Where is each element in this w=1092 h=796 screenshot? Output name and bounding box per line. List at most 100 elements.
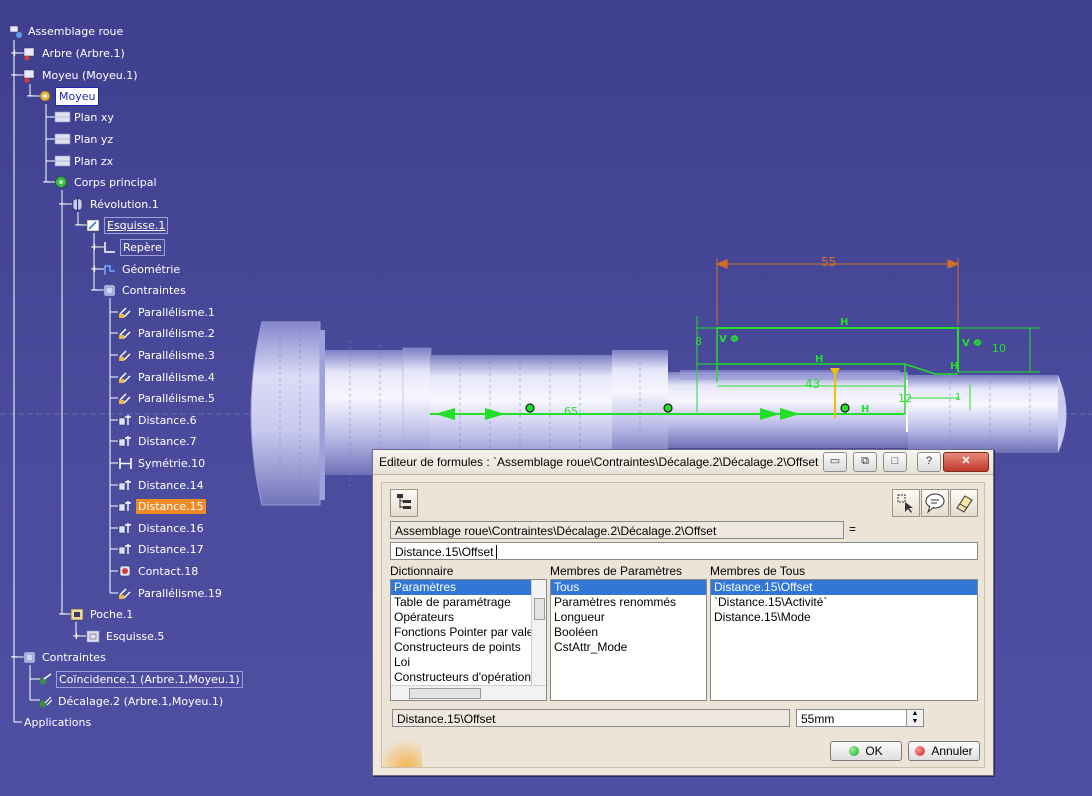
tree-node-revolution[interactable]: Révolution.1 bbox=[70, 195, 161, 213]
dictionary-item[interactable]: Loi bbox=[391, 655, 546, 670]
tree-node-distance-17[interactable]: Distance.17 bbox=[118, 540, 206, 558]
distance-icon bbox=[118, 542, 133, 557]
scroll-thumb[interactable] bbox=[409, 688, 481, 699]
tree-node-moyeu-product[interactable]: Moyeu (Moyeu.1) bbox=[22, 66, 140, 84]
dialog-restore-button[interactable]: ⧉ bbox=[853, 452, 877, 472]
dictionary-vertical-scrollbar[interactable] bbox=[531, 580, 546, 686]
members-params-item[interactable]: Longueur bbox=[551, 610, 706, 625]
tree-node-contraintes-assembly[interactable]: Contraintes bbox=[22, 648, 108, 666]
dimension-10-label: 10 bbox=[992, 342, 1006, 355]
tree-node-distance-16[interactable]: Distance.16 bbox=[118, 519, 206, 537]
dialog-close-button[interactable]: ✕ bbox=[943, 452, 989, 472]
comment-button[interactable] bbox=[921, 489, 949, 517]
axis-icon bbox=[102, 240, 117, 255]
tree-node-distance-6[interactable]: Distance.6 bbox=[118, 411, 199, 429]
dictionary-item[interactable]: Table de paramétrage bbox=[391, 595, 546, 610]
dialog-minimize-button[interactable]: ▭ bbox=[823, 452, 847, 472]
dictionary-item[interactable]: Opérateurs bbox=[391, 610, 546, 625]
formula-input[interactable]: Distance.15\Offset bbox=[390, 542, 978, 560]
dictionary-item[interactable]: Paramètres bbox=[391, 580, 546, 595]
expand-toggle-geometrie[interactable]: + bbox=[90, 265, 99, 275]
tree-node-geometrie[interactable]: Géométrie bbox=[102, 260, 182, 278]
members-all-header: Membres de Tous bbox=[710, 564, 806, 578]
formula-tool-button[interactable] bbox=[390, 489, 418, 517]
tree-node-parallelisme-1[interactable]: Parallélisme.1 bbox=[118, 303, 217, 321]
equals-label: = bbox=[849, 522, 857, 536]
collapse-toggle-revolution[interactable]: − bbox=[58, 200, 67, 210]
tree-node-parallelisme-3[interactable]: Parallélisme.3 bbox=[118, 346, 217, 364]
tree-node-applications[interactable]: Applications bbox=[22, 713, 93, 731]
members-all-list[interactable]: Distance.15\Offset `Distance.15\Activité… bbox=[710, 579, 978, 701]
dialog-title-bar[interactable]: Editeur de formules : `Assemblage roue\C… bbox=[373, 450, 993, 475]
members-params-item[interactable]: Paramètres renommés bbox=[551, 595, 706, 610]
tree-node-parallelisme-4[interactable]: Parallélisme.4 bbox=[118, 368, 217, 386]
tree-node-parallelisme-2[interactable]: Parallélisme.2 bbox=[118, 324, 217, 342]
tree-node-assemblage[interactable]: Assemblage roue bbox=[8, 22, 125, 40]
tree-node-plan-zx[interactable]: Plan zx bbox=[54, 152, 115, 170]
pocket-icon bbox=[70, 607, 85, 622]
tree-node-parallelisme-19[interactable]: Parallélisme.19 bbox=[118, 584, 224, 602]
parallelism-icon bbox=[118, 370, 133, 385]
collapse-toggle-moyeu-part[interactable]: − bbox=[26, 92, 35, 102]
tree-node-plan-xy[interactable]: Plan xy bbox=[54, 108, 116, 126]
members-params-item[interactable]: Booléen bbox=[551, 625, 706, 640]
members-params-item[interactable]: Tous bbox=[551, 580, 706, 595]
expand-toggle-arbre[interactable]: + bbox=[10, 49, 19, 59]
members-all-item[interactable]: Distance.15\Offset bbox=[711, 580, 977, 595]
tree-node-parallelisme-5[interactable]: Parallélisme.5 bbox=[118, 389, 217, 407]
tree-node-contact-18[interactable]: Contact.18 bbox=[118, 562, 200, 580]
expand-toggle-esquisse5[interactable]: + bbox=[72, 632, 81, 642]
distance-icon bbox=[118, 521, 133, 536]
tree-node-esquisse5[interactable]: Esquisse.5 bbox=[86, 627, 166, 645]
dictionary-item[interactable]: Constructeurs de points bbox=[391, 640, 546, 655]
scroll-thumb[interactable] bbox=[534, 598, 545, 620]
tree-node-distance-15[interactable]: Distance.15 bbox=[118, 497, 206, 515]
parallelism-icon bbox=[118, 348, 133, 363]
members-all-item[interactable]: Distance.15\Mode bbox=[711, 610, 977, 625]
collapse-toggle-contraintes-assembly[interactable]: − bbox=[10, 653, 19, 663]
distance-icon bbox=[118, 499, 133, 514]
dictionary-item[interactable]: Constructeurs d'opération bbox=[391, 670, 546, 685]
tree-node-distance-7[interactable]: Distance.7 bbox=[118, 432, 199, 450]
specification-tree: + − − − − − + + − − + − Assemblage roue … bbox=[0, 0, 360, 796]
tree-node-decalage-2[interactable]: Décalage.2 (Arbre.1,Moyeu.1) bbox=[38, 692, 225, 710]
parameter-path-field: Assemblage roue\Contraintes\Décalage.2\D… bbox=[390, 521, 844, 539]
dictionary-list[interactable]: Paramètres Table de paramétrage Opérateu… bbox=[390, 579, 547, 701]
spinner-arrows[interactable]: ▲ ▼ bbox=[906, 710, 923, 726]
members-params-list[interactable]: Tous Paramètres renommés Longueur Boolée… bbox=[550, 579, 707, 701]
tree-node-distance-14[interactable]: Distance.14 bbox=[118, 476, 206, 494]
tree-node-moyeu-part[interactable]: Moyeu bbox=[38, 86, 100, 106]
assembly-icon bbox=[8, 24, 23, 39]
value-spinner[interactable]: 55mm ▲ ▼ bbox=[796, 709, 924, 727]
tree-node-contraintes-sketch[interactable]: Contraintes bbox=[102, 281, 188, 299]
members-params-item[interactable]: CstAttr_Mode bbox=[551, 640, 706, 655]
sketch-icon bbox=[86, 629, 101, 644]
svg-text:H: H bbox=[861, 404, 869, 415]
erase-formula-button[interactable] bbox=[950, 489, 978, 517]
collapse-toggle-corps[interactable]: − bbox=[42, 178, 51, 188]
dictionary-item[interactable]: Fonctions Pointer par vale bbox=[391, 625, 546, 640]
ok-button[interactable]: OK bbox=[830, 741, 902, 761]
tree-node-symetrie-10[interactable]: Symétrie.10 bbox=[118, 454, 207, 472]
tree-node-repere[interactable]: Repère bbox=[102, 238, 165, 256]
parallelism-icon bbox=[118, 326, 133, 341]
tree-node-corps-principal[interactable]: Corps principal bbox=[54, 173, 159, 191]
tree-node-coincidence-1[interactable]: Coïncidence.1 (Arbre.1,Moyeu.1) bbox=[38, 670, 243, 688]
dialog-help-button[interactable]: ? bbox=[917, 452, 941, 472]
collapse-toggle-esquisse1[interactable]: − bbox=[74, 221, 83, 231]
cancel-button[interactable]: Annuler bbox=[908, 741, 980, 761]
tree-node-plan-yz[interactable]: Plan yz bbox=[54, 130, 115, 148]
tree-node-esquisse1[interactable]: Esquisse.1 bbox=[86, 216, 169, 234]
collapse-toggle-contraintes[interactable]: − bbox=[90, 286, 99, 296]
select-member-button[interactable] bbox=[892, 489, 920, 517]
collapse-toggle-moyeu[interactable]: − bbox=[10, 71, 19, 81]
dictionary-horizontal-scrollbar[interactable] bbox=[391, 685, 546, 700]
dimension-1-label: 1 bbox=[955, 392, 961, 403]
dialog-maximize-button[interactable]: □ bbox=[883, 452, 907, 472]
expand-toggle-repere[interactable]: + bbox=[90, 243, 99, 253]
tree-node-poche[interactable]: Poche.1 bbox=[70, 605, 135, 623]
parallelism-icon bbox=[118, 391, 133, 406]
collapse-toggle-poche[interactable]: − bbox=[58, 610, 67, 620]
members-all-item[interactable]: `Distance.15\Activité` bbox=[711, 595, 977, 610]
tree-node-arbre[interactable]: Arbre (Arbre.1) bbox=[22, 44, 127, 62]
